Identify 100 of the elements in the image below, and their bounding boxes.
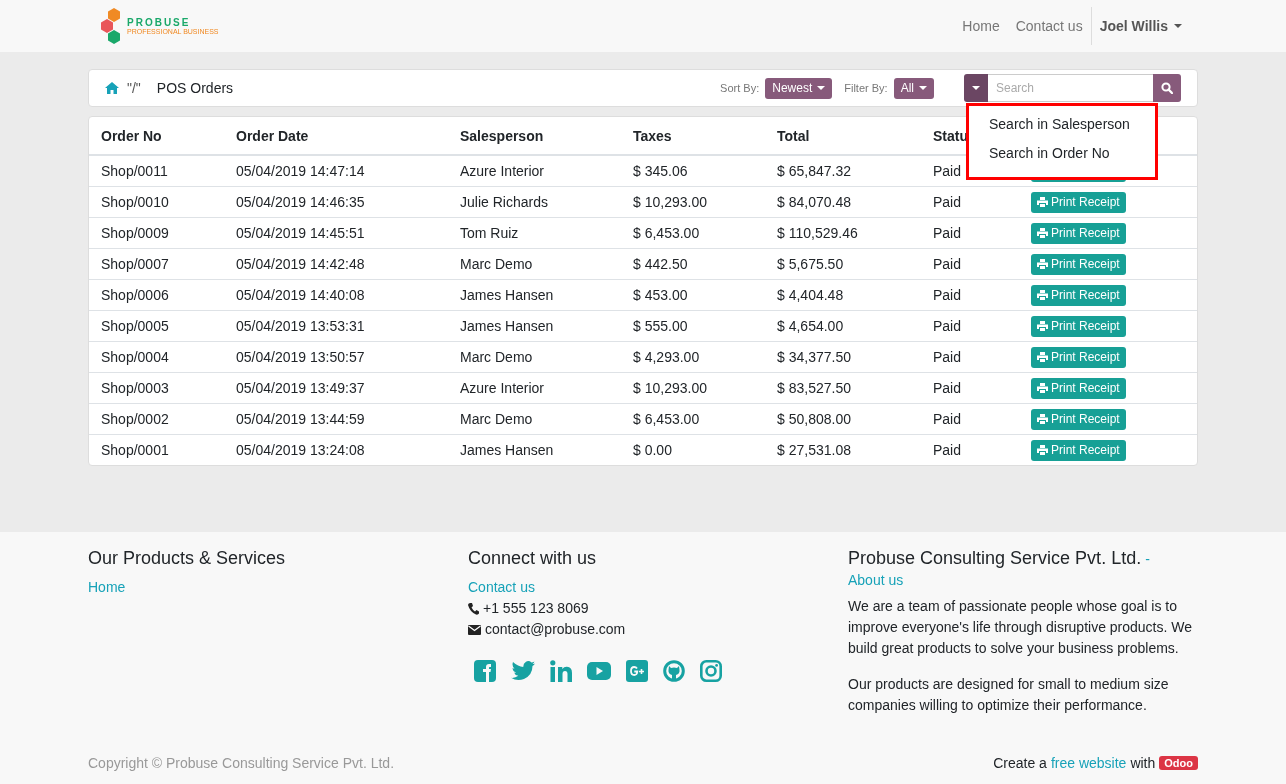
google-plus-icon[interactable] (626, 660, 648, 682)
filter-dropdown[interactable]: All (893, 77, 934, 99)
table-cell: Azure Interior (460, 163, 545, 179)
column-header: Taxes (633, 127, 672, 144)
facebook-icon[interactable] (474, 660, 496, 682)
table-cell: $ 34,377.50 (777, 349, 851, 365)
search-button[interactable] (1153, 74, 1181, 102)
print-receipt-button[interactable]: Print Receipt (1031, 191, 1126, 213)
table-cell: 05/04/2019 14:47:14 (236, 163, 365, 179)
printer-icon (1037, 197, 1048, 207)
section-title: Probuse Consulting Service Pvt. Ltd. (848, 548, 1142, 568)
instagram-icon[interactable] (700, 660, 722, 682)
sort-dropdown[interactable]: Newest (765, 77, 833, 99)
table-cell: 05/04/2019 13:44:59 (236, 411, 365, 427)
table-cell: $ 6,453.00 (633, 411, 700, 427)
printer-icon (1037, 352, 1048, 362)
table-cell: Shop/0005 (101, 318, 169, 334)
table-cell: Shop/0001 (101, 442, 169, 458)
table-cell: $ 345.06 (633, 163, 688, 179)
about-text: Our products are designed for small to medium size companies willing to optimize their performance. (848, 675, 1170, 715)
footer-link[interactable]: Home (88, 577, 126, 598)
about-link[interactable]: About us (848, 572, 904, 588)
table-cell: Shop/0004 (101, 349, 169, 365)
menu-item[interactable]: Search in Salesperson (989, 116, 1130, 132)
search-icon (1161, 82, 1173, 94)
print-receipt-button[interactable]: Print Receipt (1031, 408, 1126, 430)
table-cell: Paid (933, 194, 962, 210)
table-cell: $ 6,453.00 (633, 225, 700, 241)
table-cell: 05/04/2019 13:49:37 (236, 380, 365, 396)
linkedin-icon[interactable] (550, 660, 572, 682)
table-cell: 05/04/2019 14:42:48 (236, 256, 365, 272)
table-cell: Paid (933, 411, 962, 427)
table-cell: Paid (933, 349, 962, 365)
table-cell: Marc Demo (460, 256, 533, 272)
breadcrumb-item: POS Orders (156, 80, 234, 96)
table-cell: $ 0.00 (633, 442, 672, 458)
table-cell: 05/04/2019 14:46:35 (236, 194, 365, 210)
print-receipt-button[interactable]: Print Receipt (1031, 377, 1126, 399)
table-cell: Shop/0007 (101, 256, 169, 272)
table-cell: Azure Interior (460, 380, 545, 396)
printer-icon (1037, 383, 1048, 393)
table-cell: Paid (933, 318, 962, 334)
table-cell: Shop/0010 (101, 194, 169, 210)
sort-label: Sort By: (720, 82, 760, 94)
home-icon[interactable] (105, 82, 119, 94)
copyright: Copyright © Probuse Consulting Service Pvt. Ltd. (88, 754, 395, 771)
search-options-button[interactable] (964, 74, 988, 102)
table-cell: Julie Richards (460, 194, 548, 210)
play-icon[interactable] (587, 662, 611, 680)
table-cell: $ 442.50 (633, 256, 688, 272)
printer-icon (1037, 259, 1048, 269)
column-header: Total (777, 127, 810, 144)
column-header: Order Date (236, 127, 309, 144)
phone-icon (468, 602, 479, 615)
table-cell: James Hansen (460, 287, 554, 303)
print-receipt-button[interactable]: Print Receipt (1031, 253, 1126, 275)
table-cell: $ 4,404.48 (777, 287, 844, 303)
print-receipt-button[interactable]: Print Receipt (1031, 284, 1126, 306)
footer-link[interactable]: Contact us (468, 577, 535, 598)
table-cell: $ 10,293.00 (633, 194, 707, 210)
table-cell: $ 4,293.00 (633, 349, 700, 365)
section-title: Connect with us (468, 548, 597, 569)
menu-item[interactable]: Search in Order No (989, 145, 1110, 161)
search-field[interactable]: Search (988, 74, 1153, 102)
table-cell: $ 84,070.48 (777, 194, 851, 210)
credit-link[interactable]: free website (1050, 754, 1127, 771)
table-cell: $ 10,293.00 (633, 380, 707, 396)
nav-link[interactable]: Contact us (1007, 18, 1091, 34)
table-cell: Paid (933, 256, 962, 272)
table-cell: Shop/0006 (101, 287, 169, 303)
table-cell: $ 5,675.50 (777, 256, 844, 272)
twitter-icon[interactable] (511, 661, 535, 681)
printer-icon (1037, 228, 1048, 238)
credit-text: with (1130, 754, 1156, 771)
phone-number: +1 555 123 8069 (483, 599, 589, 618)
odoo-badge[interactable]: Odoo (1159, 755, 1198, 770)
table-cell: Marc Demo (460, 349, 533, 365)
print-receipt-button[interactable]: Print Receipt (1031, 315, 1126, 337)
column-header: Statu (933, 127, 968, 144)
table-cell: 05/04/2019 13:24:08 (236, 442, 365, 458)
column-header: Order No (101, 127, 162, 144)
table-cell: $ 110,529.46 (777, 225, 858, 241)
print-receipt-button[interactable]: Print Receipt (1031, 346, 1126, 368)
table-cell: $ 50,808.00 (777, 411, 851, 427)
table-cell: 05/04/2019 14:40:08 (236, 287, 365, 303)
table-cell: $ 27,531.08 (777, 442, 851, 458)
table-cell: $ 83,527.50 (777, 380, 851, 396)
printer-icon (1037, 445, 1048, 455)
envelope-icon (468, 624, 481, 635)
table-cell: Shop/0011 (101, 163, 168, 179)
breadcrumb-separator: "/" (127, 80, 141, 96)
table-cell: $ 453.00 (633, 287, 688, 303)
table-cell: 05/04/2019 14:45:51 (236, 225, 365, 241)
github-icon[interactable] (663, 660, 685, 682)
user-menu[interactable]: Joel Willis (1090, 7, 1198, 45)
print-receipt-button[interactable]: Print Receipt (1031, 222, 1126, 244)
column-header: Salesperson (460, 127, 544, 144)
print-receipt-button[interactable]: Print Receipt (1031, 439, 1126, 461)
nav-link[interactable]: Home (954, 18, 1008, 34)
section-title: Our Products & Services (88, 548, 286, 569)
